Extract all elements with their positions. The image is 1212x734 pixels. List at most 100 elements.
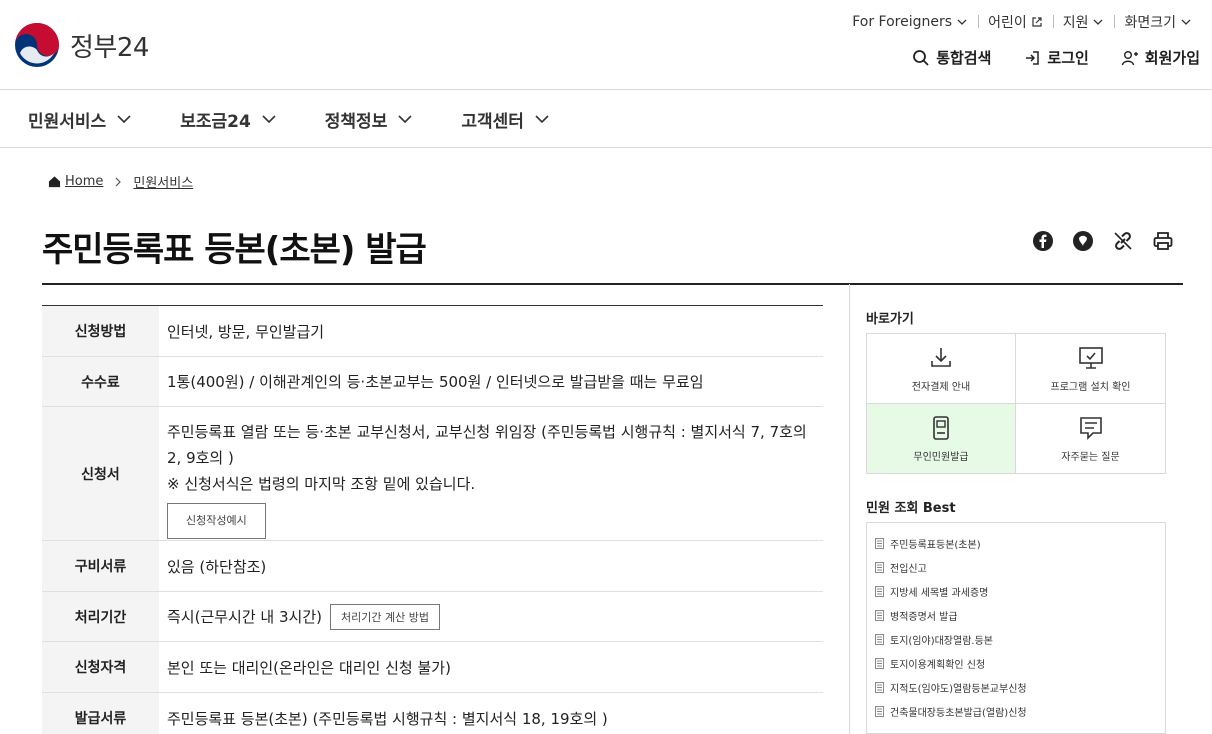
quick-link-faq[interactable]: 자주묻는 질문 <box>1016 404 1165 474</box>
quick-links-title: 바로가기 <box>866 312 914 327</box>
list-item-label: 토지이용계획확인 신청 <box>890 659 986 671</box>
kids-label: 어린이 <box>988 15 1027 31</box>
document-icon <box>875 657 884 669</box>
list-item-label: 전입신고 <box>890 563 927 575</box>
breadcrumb-current[interactable]: 민원서비스 <box>133 172 193 191</box>
chat-icon <box>1079 416 1102 440</box>
search-icon <box>913 49 929 66</box>
facebook-icon[interactable] <box>1032 230 1054 252</box>
signup-label: 회원가입 <box>1144 49 1200 67</box>
search-link[interactable]: 통합검색 <box>912 47 991 68</box>
quick-link-label: 자주묻는 질문 <box>1061 451 1120 463</box>
support-label: 지원 <box>1062 15 1089 31</box>
nav-item-customer-center[interactable]: 고객센터 <box>461 107 550 132</box>
row-label: 신청방법 <box>42 306 159 356</box>
support-menu[interactable]: 지원 <box>1052 12 1115 32</box>
row-value-block: 주민등록표 열람 또는 등·초본 교부신청서, 교부신청 위임장 (주민등록법 … <box>159 407 823 540</box>
list-item-label: 병적증명서 발급 <box>890 611 958 623</box>
row-value: 주민등록표 등본(초본) (주민등록법 시행규칙 : 별지서식 18, 19호의… <box>167 709 608 728</box>
nav-item-label: 고객센터 <box>461 111 524 132</box>
info-table: 신청방법 인터넷, 방문, 무인발급기 수수료 1통(400원) / 이해관계인… <box>42 305 823 734</box>
main-nav: 민원서비스 보조금24 정책정보 고객센터 <box>0 91 1212 148</box>
print-icon[interactable] <box>1152 230 1174 252</box>
account-links: 통합검색 로그인 회원가입 <box>912 47 1200 68</box>
list-item[interactable]: 토지(임야)대장열람.등본 <box>875 627 1165 651</box>
search-label: 통합검색 <box>936 49 992 67</box>
nav-item-label: 보조금24 <box>180 111 251 132</box>
processing-time-calc-button[interactable]: 처리기간 계산 방법 <box>330 603 440 630</box>
row-value: 주민등록표 열람 또는 등·초본 교부신청서, 교부신청 위임장 (주민등록법 … <box>167 423 807 467</box>
row-label: 처리기간 <box>42 592 159 641</box>
site-logo[interactable]: 정부24 <box>14 22 149 68</box>
utility-menu: For Foreigners 어린이 지원 화면크기 <box>842 12 1202 32</box>
table-row: 처리기간 즉시(근무시간 내 3시간) 처리기간 계산 방법 <box>42 592 823 642</box>
list-item[interactable]: 건축물대장등초본발급(열람)신청 <box>875 699 1165 723</box>
breadcrumb-home[interactable]: Home <box>65 174 103 189</box>
row-value: 있음 (하단참조) <box>167 557 267 576</box>
list-item-label: 주민등록표등본(초본) <box>890 539 981 551</box>
table-row: 구비서류 있음 (하단참조) <box>42 541 823 592</box>
nav-item-label: 민원서비스 <box>28 111 107 132</box>
quick-link-label: 무인민원발급 <box>913 451 969 463</box>
list-item[interactable]: 병적증명서 발급 <box>875 603 1165 627</box>
nav-item-label: 정책정보 <box>324 111 388 132</box>
row-label: 발급서류 <box>42 693 159 734</box>
site-header: 정부24 For Foreigners 어린이 지원 화면크기 통합검색 로그인 <box>0 0 1212 90</box>
document-icon <box>875 585 884 597</box>
best-list: 주민등록표등본(초본) 전입신고 지방세 세목별 과세증명 병적증명서 발급 토… <box>866 522 1166 734</box>
row-label: 수수료 <box>42 357 159 406</box>
application-example-button[interactable]: 신청작성예시 <box>167 503 266 539</box>
row-label: 신청서 <box>42 407 159 540</box>
list-item[interactable]: 주민등록표등본(초본) <box>875 531 1165 555</box>
table-row: 신청자격 본인 또는 대리인(온라인은 대리인 신청 불가) <box>42 642 823 693</box>
add-user-icon <box>1121 50 1138 65</box>
login-link[interactable]: 로그인 <box>1023 47 1089 68</box>
for-foreigners-menu[interactable]: For Foreigners <box>842 14 978 30</box>
page-title: 주민등록표 등본(초본) 발급 <box>42 230 427 270</box>
quick-links: 전자결제 안내 프로그램 설치 확인 무인민원발급 자주묻는 질문 <box>866 333 1166 474</box>
table-row: 신청서 주민등록표 열람 또는 등·초본 교부신청서, 교부신청 위임장 (주민… <box>42 407 823 541</box>
breadcrumb: Home 민원서비스 <box>48 172 193 191</box>
document-icon <box>875 537 884 549</box>
login-icon <box>1026 50 1040 65</box>
download-icon <box>931 347 951 367</box>
list-item-label: 지방세 세목별 과세증명 <box>890 587 989 599</box>
for-foreigners-label: For Foreigners <box>852 14 953 30</box>
list-item[interactable]: 지방세 세목별 과세증명 <box>875 579 1165 603</box>
chevron-down-icon <box>535 115 549 124</box>
chevron-down-icon <box>957 19 967 25</box>
document-icon <box>875 681 884 693</box>
kiosk-icon <box>933 415 949 440</box>
chevron-down-icon <box>262 115 276 124</box>
quick-link-epayment[interactable]: 전자결제 안내 <box>867 334 1016 404</box>
row-value: 즉시(근무시간 내 3시간) <box>167 608 322 626</box>
chevron-down-icon <box>398 115 412 124</box>
list-item-label: 토지(임야)대장열람.등본 <box>890 635 993 647</box>
row-value: 본인 또는 대리인(온라인은 대리인 신청 불가) <box>167 658 451 677</box>
chevron-right-icon <box>115 177 122 186</box>
quick-link-program-check[interactable]: 프로그램 설치 확인 <box>1016 334 1165 404</box>
list-item[interactable]: 토지이용계획확인 신청 <box>875 651 1165 675</box>
nav-item-civil-service[interactable]: 민원서비스 <box>28 107 132 132</box>
chevron-down-icon <box>117 115 131 124</box>
nav-item-policy[interactable]: 정책정보 <box>325 107 414 132</box>
nav-item-subsidy[interactable]: 보조금24 <box>180 107 277 132</box>
row-note: ※ 신청서식은 법령의 마지막 조항 밑에 있습니다. <box>167 475 476 493</box>
quick-link-label: 전자결제 안내 <box>911 381 971 393</box>
row-value: 인터넷, 방문, 무인발급기 <box>167 322 325 341</box>
list-item[interactable]: 전입신고 <box>875 555 1165 579</box>
copy-link-icon[interactable] <box>1112 230 1134 252</box>
list-item[interactable]: 지적도(임야도)열람등본교부신청 <box>875 675 1165 699</box>
row-value: 1통(400원) / 이해관계인의 등·초본교부는 500원 / 인터넷으로 발… <box>167 373 704 391</box>
screen-size-menu[interactable]: 화면크기 <box>1114 12 1202 32</box>
side-panel: 바로가기 전자결제 안내 프로그램 설치 확인 무인민원발급 자주묻는 질문 민… <box>849 284 1183 734</box>
table-row: 발급서류 주민등록표 등본(초본) (주민등록법 시행규칙 : 별지서식 18,… <box>42 693 823 734</box>
quick-link-kiosk[interactable]: 무인민원발급 <box>867 403 1016 473</box>
kids-link[interactable]: 어린이 <box>978 12 1053 32</box>
signup-link[interactable]: 회원가입 <box>1121 47 1200 68</box>
quick-link-label: 프로그램 설치 확인 <box>1050 381 1131 393</box>
document-icon <box>875 705 884 717</box>
row-value-cell: 즉시(근무시간 내 3시간) 처리기간 계산 방법 <box>159 592 823 641</box>
kakao-share-icon[interactable] <box>1072 230 1094 252</box>
chevron-down-icon <box>1181 19 1191 25</box>
